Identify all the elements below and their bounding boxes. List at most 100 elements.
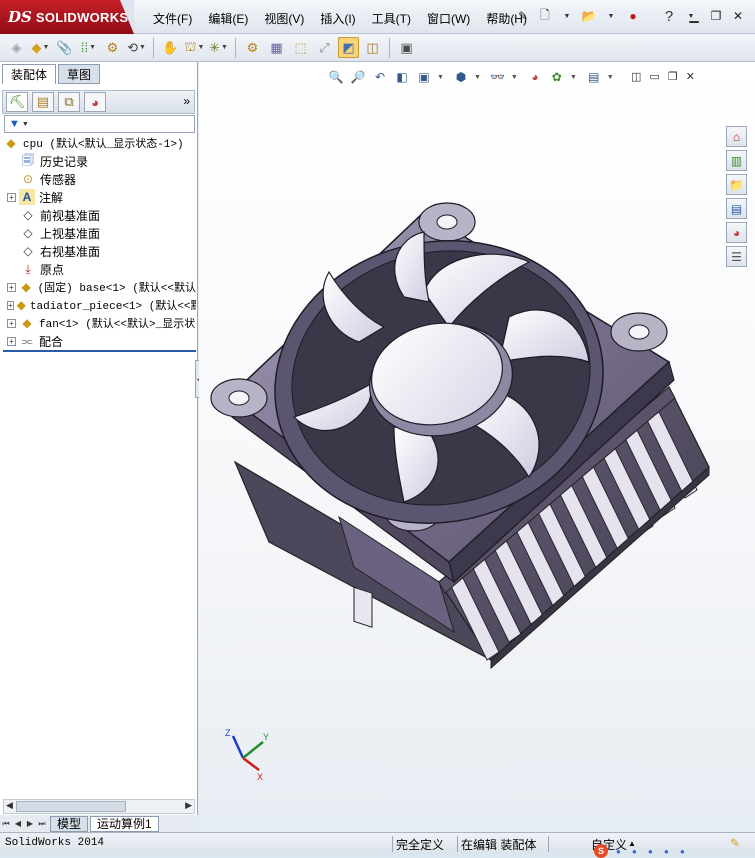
history-icon: 🗐 bbox=[22, 152, 34, 167]
tree-node-label: cpu (默认<默认_显示状态-1>) bbox=[23, 139, 184, 151]
next-tab-icon[interactable]: ▶ bbox=[24, 819, 36, 828]
reference-geometry-icon[interactable]: ✳ ▼ bbox=[208, 37, 229, 58]
part-icon: ◆ bbox=[22, 316, 32, 330]
toolbar-separator bbox=[153, 37, 154, 58]
minimize-icon[interactable]: ▁ bbox=[686, 8, 702, 24]
clearance-verification-icon[interactable]: ◫ bbox=[362, 37, 383, 58]
tree-node-label: 配合 bbox=[39, 334, 64, 349]
manager-tabs: ⛏ ▤ ⧉ ◕ » bbox=[2, 90, 195, 114]
help-icon[interactable]: ? bbox=[660, 7, 678, 25]
tree-node-origin[interactable]: ⤓ 原点 bbox=[0, 260, 196, 278]
tree-node-front-plane[interactable]: ◇ 前视基准面 bbox=[0, 206, 196, 224]
new-part-icon[interactable]: ◈ bbox=[6, 37, 27, 58]
status-spacer bbox=[548, 836, 568, 852]
tab-model[interactable]: 模型 bbox=[50, 815, 89, 832]
tree-node-top-plane[interactable]: ◇ 上视基准面 bbox=[0, 224, 196, 242]
plane-icon: ◇ bbox=[23, 208, 33, 222]
tab-motion-study[interactable]: 运动算例1 bbox=[90, 815, 159, 832]
traffic-light-icon[interactable]: ● bbox=[624, 7, 642, 25]
restore-icon[interactable]: ❐ bbox=[708, 8, 724, 24]
tree-filter[interactable]: ▼ ▼ bbox=[4, 115, 195, 133]
tab-sketch[interactable]: 草图 bbox=[58, 64, 101, 84]
bill-of-materials-icon[interactable]: ▦ bbox=[266, 37, 287, 58]
tree-node-right-plane[interactable]: ◇ 右视基准面 bbox=[0, 242, 196, 260]
linear-pattern-icon[interactable]: ⁞⁞ ▼ bbox=[78, 37, 99, 58]
display-manager-icon[interactable]: ◕ bbox=[84, 92, 106, 112]
interference-detection-icon[interactable]: ◩ bbox=[338, 37, 359, 58]
exploded-view-icon[interactable]: ⬚ bbox=[290, 37, 311, 58]
expand-icon[interactable]: + bbox=[7, 192, 16, 202]
menu-edit[interactable]: 编辑(E) bbox=[200, 10, 256, 27]
menu-view[interactable]: 视图(V) bbox=[256, 10, 312, 27]
main-menu: 文件(F) 编辑(E) 视图(V) 插入(I) 工具(T) 窗口(W) 帮助(H… bbox=[145, 10, 535, 27]
toolbar-separator bbox=[389, 37, 390, 58]
tree-node-annotations[interactable]: + A 注解 bbox=[0, 188, 196, 206]
graphics-area[interactable]: 🔍 🔎 ↶ ◧ ▣ ▼ ⬢ ▼ 👓 ▼ ◕ ✿ ▼ ▤ ▼ ◫ ▭ ❐ ✕ ⌂ ▥ 📁 ▤… bbox=[199, 62, 755, 814]
status-rebuild-icon[interactable]: ✎ bbox=[730, 836, 740, 850]
sensor-icon: ⊙ bbox=[22, 172, 34, 186]
menu-insert[interactable]: 插入(I) bbox=[312, 10, 363, 27]
tree-node-mates[interactable]: + ⫗ 配合 bbox=[0, 332, 196, 350]
cpu-cooler-model[interactable] bbox=[199, 62, 755, 814]
dropdown-arrow-icon[interactable]: ▼ bbox=[558, 7, 576, 25]
open-folder-icon[interactable]: 📂 bbox=[580, 7, 598, 25]
chevron-down-icon[interactable]: ▼ bbox=[22, 121, 29, 128]
tree-node-base[interactable]: + ◆ (固定) base<1> (默认<<默认 bbox=[0, 278, 196, 296]
explode-line-sketch-icon[interactable]: ⤢ bbox=[314, 37, 335, 58]
filter-icon[interactable]: ▼ bbox=[9, 118, 20, 130]
annotation-icon: A bbox=[19, 189, 35, 205]
part-icon: ◆ bbox=[16, 298, 26, 312]
more-tabs-icon[interactable]: » bbox=[183, 94, 190, 108]
measure-icon[interactable]: ▣ bbox=[396, 37, 417, 58]
plane-icon: ◇ bbox=[23, 226, 33, 240]
z-axis-line bbox=[231, 735, 245, 759]
tree-node-label: tadiator_piece<1> (默认<<默 bbox=[29, 301, 196, 313]
mate-icon[interactable]: 📎 bbox=[54, 37, 75, 58]
new-motion-study-icon[interactable]: ⚙ bbox=[242, 37, 263, 58]
tab-assembly[interactable]: 装配体 bbox=[2, 64, 57, 84]
expand-icon[interactable]: + bbox=[7, 336, 16, 346]
status-editing: 在编辑 装配体 bbox=[457, 836, 536, 852]
property-manager-icon[interactable]: ▤ bbox=[32, 92, 54, 112]
feature-tree: ◆ cpu (默认<默认_显示状态-1>) 🗐 历史记录 ⊙ 传感器 + A 注… bbox=[0, 134, 196, 350]
new-document-icon[interactable]: 🗋 bbox=[536, 7, 554, 25]
smart-fasteners-icon[interactable]: ⚙ bbox=[102, 37, 123, 58]
insert-components-icon[interactable]: ◆ ▼ bbox=[30, 37, 51, 58]
expand-icon[interactable]: + bbox=[7, 318, 16, 328]
horizontal-scrollbar[interactable]: ◀ ▶ bbox=[3, 799, 195, 814]
pin-icon[interactable]: ✎ bbox=[514, 7, 532, 25]
mates-icon: ⫗ bbox=[21, 333, 33, 348]
tree-root-assembly[interactable]: ◆ cpu (默认<默认_显示状态-1>) bbox=[0, 134, 196, 152]
close-icon[interactable]: ✕ bbox=[730, 8, 746, 24]
last-tab-icon[interactable]: ⏭ bbox=[36, 819, 48, 829]
ds-logo-mark: DS bbox=[8, 8, 32, 26]
feature-manager-icon[interactable]: ⛏ bbox=[6, 92, 28, 112]
y-axis-line bbox=[242, 741, 264, 759]
menu-bar: DS SOLIDWORKS 文件(F) 编辑(E) 视图(V) 插入(I) 工具… bbox=[0, 0, 755, 34]
prev-tab-icon[interactable]: ◀ bbox=[12, 819, 24, 828]
configuration-manager-icon[interactable]: ⧉ bbox=[58, 92, 80, 112]
first-tab-icon[interactable]: ⏮ bbox=[0, 819, 12, 829]
scroll-left-icon[interactable]: ◀ bbox=[6, 800, 13, 811]
menu-file[interactable]: 文件(F) bbox=[145, 10, 200, 27]
status-definition: 完全定义 bbox=[392, 836, 444, 852]
show-hidden-icon[interactable]: ✋ bbox=[160, 37, 181, 58]
solidworks-window: DS SOLIDWORKS 文件(F) 编辑(E) 视图(V) 插入(I) 工具… bbox=[0, 0, 755, 858]
menu-tools[interactable]: 工具(T) bbox=[364, 10, 419, 27]
menu-window[interactable]: 窗口(W) bbox=[419, 10, 478, 27]
tree-node-history[interactable]: 🗐 历史记录 bbox=[0, 152, 196, 170]
solidworks-logo[interactable]: DS SOLIDWORKS bbox=[0, 0, 134, 34]
tree-node-sensors[interactable]: ⊙ 传感器 bbox=[0, 170, 196, 188]
scroll-right-icon[interactable]: ▶ bbox=[185, 800, 192, 811]
expand-icon[interactable]: + bbox=[7, 300, 14, 310]
assembly-features-icon[interactable]: ⛫ ▼ bbox=[184, 37, 205, 58]
move-component-icon[interactable]: ⟲ ▼ bbox=[126, 37, 147, 58]
rollback-bar[interactable] bbox=[3, 350, 196, 352]
tray-app-icon[interactable]: S bbox=[594, 844, 608, 858]
command-toolbar: ◈ ◆ ▼ 📎 ⁞⁞ ▼ ⚙ ⟲ ▼ ✋ ⛫ ▼ ✳ ▼ ⚙ ▦ ⬚ ⤢ ◩ ◫ ▣ bbox=[0, 34, 755, 62]
dropdown-arrow-icon[interactable]: ▼ bbox=[602, 7, 620, 25]
expand-icon[interactable]: + bbox=[7, 282, 16, 292]
scrollbar-thumb[interactable] bbox=[16, 801, 126, 812]
tree-node-radiator[interactable]: + ◆ tadiator_piece<1> (默认<<默 bbox=[0, 296, 196, 314]
tree-node-fan[interactable]: + ◆ fan<1> (默认<<默认>_显示状 bbox=[0, 314, 196, 332]
